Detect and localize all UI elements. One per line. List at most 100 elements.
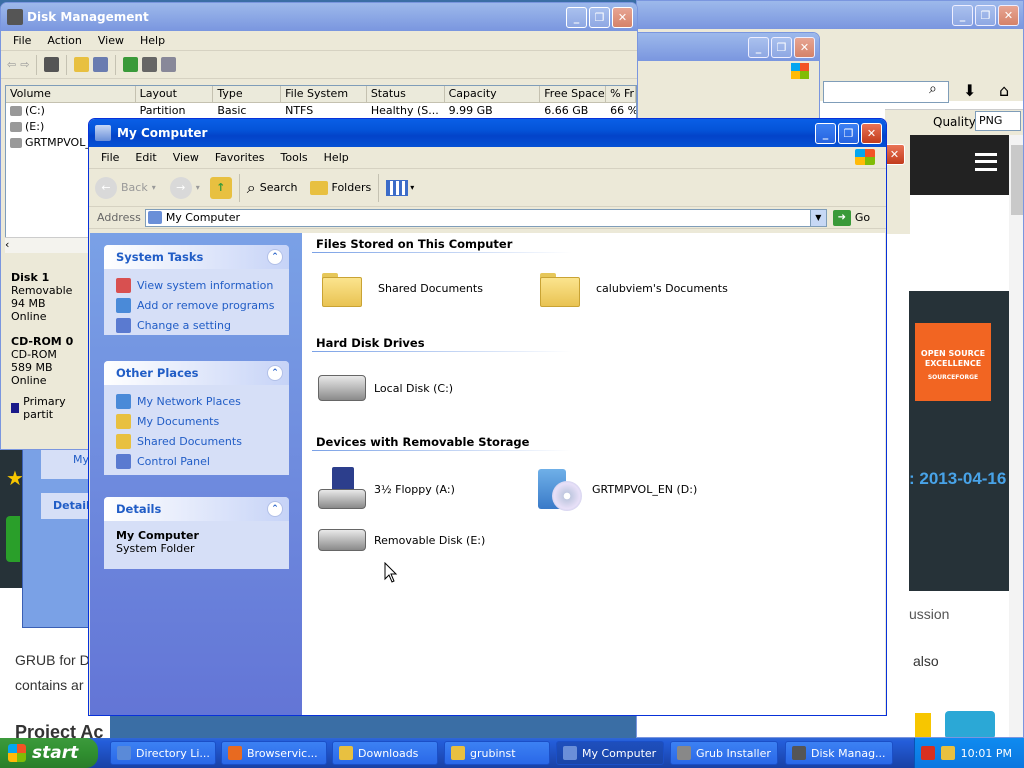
search-button[interactable]: ⌕ Search [247, 178, 298, 198]
details-header[interactable]: Details ⌃ [104, 497, 289, 521]
system-task-link[interactable]: View system information [104, 275, 289, 295]
security-icon[interactable] [920, 746, 935, 760]
floppy-item[interactable]: 3½ Floppy (A:) [318, 467, 455, 511]
hamburger-icon[interactable] [975, 153, 997, 171]
mc-minimize-button[interactable]: _ [815, 123, 836, 144]
taskbar-button[interactable]: Grub Installer [670, 741, 778, 765]
column-header[interactable]: Type [213, 86, 282, 102]
taskbar-button[interactable]: grubinst [444, 741, 550, 765]
local-disk-item[interactable]: Local Disk (C:) [318, 375, 453, 401]
menu-item-view[interactable]: View [90, 34, 132, 47]
removable-disk-item[interactable]: Removable Disk (E:) [318, 529, 485, 551]
green-button[interactable] [6, 516, 20, 562]
dm-close-button[interactable]: ✕ [612, 7, 633, 28]
back-button[interactable]: ← Back ▾ [95, 176, 156, 199]
start-button[interactable]: start [0, 738, 98, 768]
taskbar-button[interactable]: My Computer [556, 741, 664, 765]
column-header[interactable]: Status [367, 86, 445, 102]
home-icon[interactable]: ⌂ [999, 81, 1009, 100]
search-icon[interactable]: ⌕ [929, 81, 937, 97]
cd-drive-icon [536, 465, 584, 513]
system-tasks-header[interactable]: System Tasks ⌃ [104, 245, 289, 269]
table-row[interactable]: (C:) Partition Basic NTFS Healthy (S... 9.99 … [6, 103, 636, 119]
mc-close-button[interactable]: ✕ [861, 123, 882, 144]
menu-item-file[interactable]: File [93, 151, 127, 164]
link-label: Change a setting [137, 318, 231, 332]
column-header[interactable]: Free Space [540, 86, 607, 102]
column-header[interactable]: Layout [136, 86, 214, 102]
column-header[interactable]: % Fr [606, 86, 636, 102]
content-pane: Files Stored on This Computer Shared Doc… [302, 233, 885, 715]
browser-close-button[interactable]: ✕ [998, 5, 1019, 26]
menu-item-view[interactable]: View [165, 151, 207, 164]
collapse-chevron-icon[interactable]: ⌃ [267, 365, 283, 381]
search-label: Search [259, 181, 298, 194]
system-task-link[interactable]: Change a setting [104, 315, 289, 335]
column-header[interactable]: Capacity [445, 86, 541, 102]
menu-item-favorites[interactable]: Favorites [207, 151, 273, 164]
collapse-chevron-icon[interactable]: ⌃ [267, 501, 283, 517]
scrollbar[interactable] [1009, 135, 1023, 737]
menu-item-edit[interactable]: Edit [127, 151, 164, 164]
disk1-block[interactable]: Disk 1 Removable 94 MB Online [5, 265, 91, 323]
behind-my-link[interactable]: My [73, 453, 89, 466]
menu-item-help[interactable]: Help [316, 151, 357, 164]
forward-icon[interactable]: → [169, 176, 192, 199]
network-icon[interactable] [940, 746, 955, 760]
link-label: My Network Places [137, 394, 241, 408]
middle-maximize-button[interactable]: ❐ [771, 37, 792, 58]
up-folder-icon[interactable]: ↑ [209, 176, 232, 199]
cdrom-block[interactable]: CD-ROM 0 CD-ROM 589 MB Online [5, 323, 91, 387]
other-place-link[interactable]: Control Panel [104, 451, 289, 471]
download-icon[interactable]: ⬇ [963, 81, 976, 100]
address-input[interactable]: My Computer ▼ [144, 208, 827, 227]
menu-item-file[interactable]: File [5, 34, 39, 47]
refresh-icon[interactable] [123, 57, 139, 72]
back-arrow-icon[interactable]: ⇦ [7, 58, 16, 71]
go-button[interactable]: ➜ Go [832, 209, 870, 226]
taskbar-button[interactable]: Browservic... [221, 741, 327, 765]
taskbar-button[interactable]: Downloads [332, 741, 438, 765]
shared-documents-icon [116, 433, 131, 449]
views-button[interactable]: ▾ [386, 179, 414, 196]
column-header[interactable]: Volume [6, 86, 136, 102]
folders-button[interactable]: Folders [309, 180, 371, 195]
other-places-header[interactable]: Other Places ⌃ [104, 361, 289, 385]
taskbar-button[interactable]: Directory Li... [110, 741, 216, 765]
dm-hscrollbar[interactable]: ‹ [5, 237, 95, 253]
discussion-link[interactable]: ussion [909, 606, 949, 622]
cd-drive-item[interactable]: GRTMPVOL_EN (D:) [536, 465, 697, 513]
settings-icon[interactable] [142, 57, 158, 72]
help-icon[interactable] [74, 57, 90, 72]
other-place-link[interactable]: My Documents [104, 411, 289, 431]
properties-icon[interactable] [93, 57, 109, 72]
quality-select[interactable]: PNG [975, 111, 1021, 131]
mc-maximize-button[interactable]: ❐ [838, 123, 859, 144]
yellow-button[interactable] [915, 713, 931, 737]
forward-arrow-icon[interactable]: ⇨ [20, 58, 29, 71]
menu-item-tools[interactable]: Tools [273, 151, 316, 164]
user-documents-item[interactable]: calubviem's Documents [540, 271, 728, 307]
dm-minimize-button[interactable]: _ [566, 7, 587, 28]
middle-close-button[interactable]: ✕ [794, 37, 815, 58]
grub-text: GRUB for D [15, 652, 90, 668]
system-task-link[interactable]: Add or remove programs [104, 295, 289, 315]
rss-icon[interactable] [945, 711, 995, 737]
menu-item-action[interactable]: Action [39, 34, 89, 47]
taskbar-button[interactable]: Disk Manag... [785, 741, 893, 765]
shared-documents-item[interactable]: Shared Documents [322, 271, 483, 307]
collapse-chevron-icon[interactable]: ⌃ [267, 249, 283, 265]
bg-window-close-button[interactable]: ✕ [884, 144, 905, 165]
menu-item-help[interactable]: Help [132, 34, 173, 47]
browser-minimize-button[interactable]: _ [952, 5, 973, 26]
other-place-link[interactable]: My Network Places [104, 391, 289, 411]
column-header[interactable]: File System [281, 86, 367, 102]
dm-maximize-button[interactable]: ❐ [589, 7, 610, 28]
rescan-icon[interactable] [161, 57, 177, 72]
primary-partition-swatch [11, 403, 20, 413]
browser-maximize-button[interactable]: ❐ [975, 5, 996, 26]
address-dropdown-icon[interactable]: ▼ [809, 209, 826, 226]
other-place-link[interactable]: Shared Documents [104, 431, 289, 451]
console-tree-icon[interactable] [44, 57, 60, 72]
middle-minimize-button[interactable]: _ [748, 37, 769, 58]
